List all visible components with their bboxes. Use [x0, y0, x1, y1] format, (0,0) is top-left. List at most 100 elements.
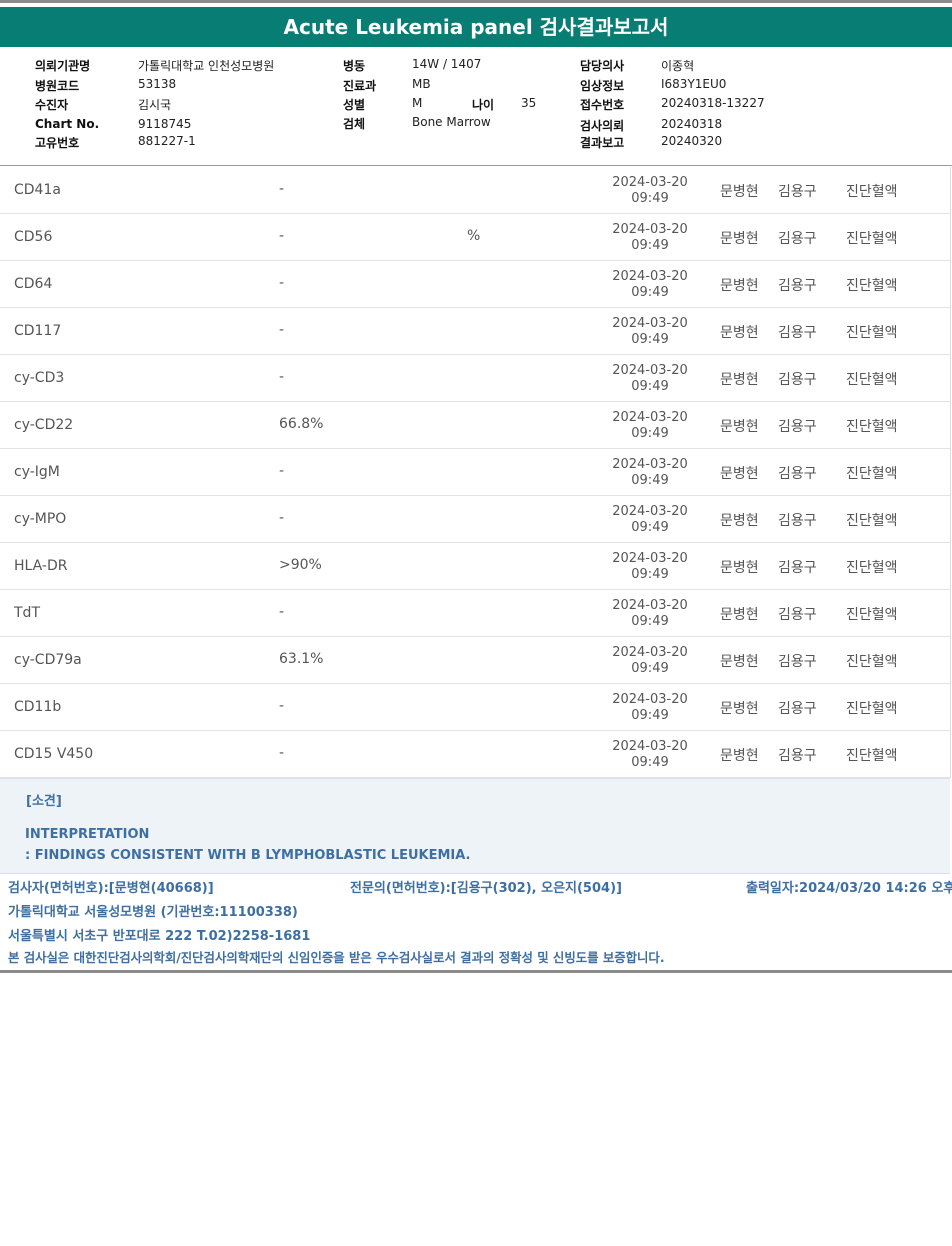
result-time: 09:49	[631, 332, 669, 347]
result-department: 진단혈액	[846, 278, 898, 294]
request-label: 검사의뢰	[580, 119, 625, 133]
request-value: 20240318	[661, 117, 723, 131]
result-examiner: 문병현	[720, 184, 759, 200]
result-unit: %	[467, 228, 481, 244]
result-datetime: 2024-03-20 09:49	[600, 175, 700, 207]
result-time: 09:49	[631, 426, 669, 441]
comment-section: [소견] INTERPRETATION : FINDINGS CONSISTEN…	[0, 778, 950, 874]
table-row: TdT - 문병현 김용구 진단혈액 2024-03-20 09:49	[0, 590, 950, 637]
hospital-code-value: 53138	[138, 77, 177, 91]
result-datetime: 2024-03-20 09:49	[600, 598, 700, 630]
ward-value: 14W / 1407	[412, 57, 482, 71]
age-label: 나이	[472, 98, 495, 112]
table-row: CD64 - 문병현 김용구 진단혈액 2024-03-20 09:49	[0, 261, 950, 308]
result-date: 2024-03-20	[612, 175, 688, 190]
result-time: 09:49	[631, 755, 669, 770]
table-row: CD41a - 문병현 김용구 진단혈액 2024-03-20 09:49	[0, 167, 950, 214]
specialist-text: 전문의(면허번호):[김용구(302), 오은지(504)]	[350, 881, 622, 896]
result-value: -	[279, 369, 285, 385]
top-border	[0, 0, 952, 3]
sex-label: 성별	[343, 98, 366, 112]
result-department: 진단혈액	[846, 325, 898, 341]
result-department: 진단혈액	[846, 654, 898, 670]
result-examiner: 문병현	[720, 466, 759, 482]
result-date: 2024-03-20	[612, 551, 688, 566]
result-value: -	[279, 322, 285, 338]
result-name: CD56	[14, 229, 53, 245]
result-department: 진단혈액	[846, 184, 898, 200]
result-name: cy-CD79a	[14, 652, 82, 668]
result-name: cy-MPO	[14, 511, 67, 527]
doctor-value: 이종혁	[661, 59, 695, 73]
result-department: 진단혈액	[846, 231, 898, 247]
institution-value: 가톨릭대학교 인천성모병원	[138, 59, 275, 73]
result-value: 66.8%	[279, 416, 324, 432]
result-name: cy-IgM	[14, 464, 60, 480]
ward-label: 병동	[343, 59, 366, 73]
result-name: cy-CD3	[14, 370, 65, 386]
table-row: cy-IgM - 문병현 김용구 진단혈액 2024-03-20 09:49	[0, 449, 950, 496]
result-value: -	[279, 604, 285, 620]
result-datetime: 2024-03-20 09:49	[600, 645, 700, 677]
result-date: 2024-03-20	[612, 457, 688, 472]
specimen-value: Bone Marrow	[412, 115, 491, 129]
result-time: 09:49	[631, 661, 669, 676]
examinee-label: 수진자	[35, 98, 69, 112]
result-datetime: 2024-03-20 09:49	[600, 739, 700, 771]
result-examiner: 문병현	[720, 513, 759, 529]
specimen-label: 검체	[343, 117, 366, 131]
result-value: -	[279, 745, 285, 761]
bottom-border	[0, 970, 952, 973]
result-datetime: 2024-03-20 09:49	[600, 363, 700, 395]
result-specialist: 김용구	[778, 748, 817, 764]
result-date: 2024-03-20	[612, 504, 688, 519]
result-name: HLA-DR	[14, 558, 68, 574]
dept-value: MB	[412, 77, 431, 91]
result-name: CD11b	[14, 699, 62, 715]
result-name: CD41a	[14, 182, 61, 198]
result-date: 2024-03-20	[612, 269, 688, 284]
result-department: 진단혈액	[846, 560, 898, 576]
result-specialist: 김용구	[778, 654, 817, 670]
result-specialist: 김용구	[778, 325, 817, 341]
result-specialist: 김용구	[778, 560, 817, 576]
sex-value: M	[412, 96, 423, 110]
table-row: CD56 -% 문병현 김용구 진단혈액 2024-03-20 09:49	[0, 214, 950, 261]
result-examiner: 문병현	[720, 419, 759, 435]
result-time: 09:49	[631, 238, 669, 253]
result-value: -	[279, 228, 285, 244]
result-time: 09:49	[631, 708, 669, 723]
result-date: 2024-03-20	[612, 739, 688, 754]
result-examiner: 문병현	[720, 372, 759, 388]
result-date: 2024-03-20	[612, 645, 688, 660]
result-department: 진단혈액	[846, 372, 898, 388]
result-specialist: 김용구	[778, 231, 817, 247]
address-text: 서울특별시 서초구 반포대로 222 T.02)2258-1681	[8, 929, 311, 944]
results-table: CD41a - 문병현 김용구 진단혈액 2024-03-20 09:49 CD56-% 문병현…	[0, 167, 951, 778]
receipt-value: 20240318-13227	[661, 96, 765, 110]
report-date-label: 결과보고	[580, 136, 625, 150]
doctor-label: 담당의사	[580, 59, 625, 73]
result-specialist: 김용구	[778, 513, 817, 529]
comment-line-2: : FINDINGS CONSISTENT WITH B LYMPHOBLAST…	[25, 848, 471, 863]
table-row: cy-CD22 66.8% 문병현 김용구 진단혈액 2024-03-20 09:49	[0, 402, 950, 449]
result-name: TdT	[14, 605, 40, 621]
result-datetime: 2024-03-20 09:49	[600, 269, 700, 301]
result-specialist: 김용구	[778, 607, 817, 623]
comment-line-1: INTERPRETATION	[25, 827, 150, 842]
result-department: 진단혈액	[846, 607, 898, 623]
comment-header: [소견]	[26, 794, 62, 809]
result-examiner: 문병현	[720, 325, 759, 341]
result-datetime: 2024-03-20 09:49	[600, 457, 700, 489]
result-time: 09:49	[631, 285, 669, 300]
result-date: 2024-03-20	[612, 692, 688, 707]
result-value: >90%	[279, 557, 322, 573]
result-date: 2024-03-20	[612, 222, 688, 237]
result-examiner: 문병현	[720, 278, 759, 294]
result-specialist: 김용구	[778, 419, 817, 435]
clinical-value: I683Y1EU0	[661, 77, 727, 91]
examiner-text: 검사자(면허번호):[문병현(40668)]	[8, 881, 214, 896]
result-specialist: 김용구	[778, 466, 817, 482]
result-value: 63.1%	[279, 651, 324, 667]
patient-info-block: 의뢰기관명 가톨릭대학교 인천성모병원 병원코드 53138 수진자 김시국 C…	[0, 48, 952, 166]
